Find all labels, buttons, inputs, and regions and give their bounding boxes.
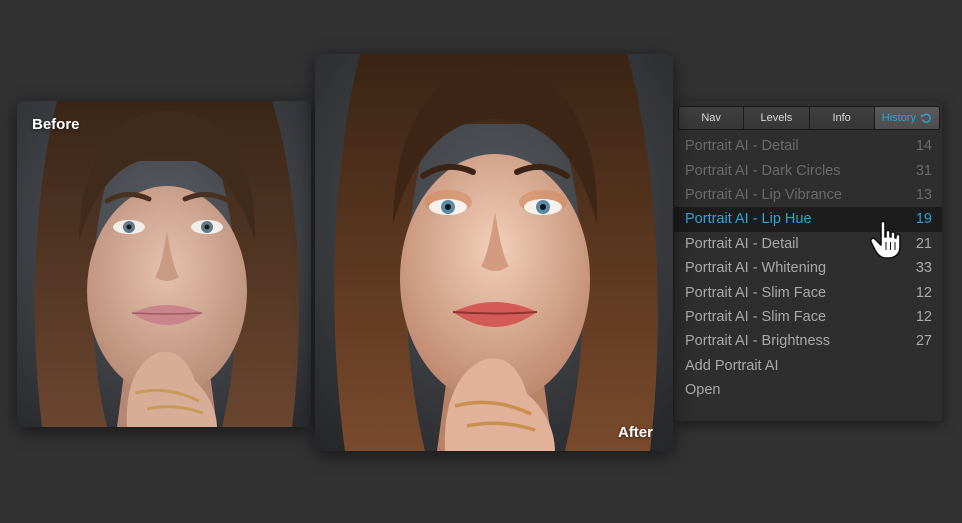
history-item-count: 19 <box>915 211 932 228</box>
history-item-label: Portrait AI - Detail <box>685 235 799 252</box>
undo-icon <box>920 112 932 124</box>
history-item[interactable]: Portrait AI - Detail 14 <box>674 134 942 158</box>
tab-history-label: History <box>881 112 916 124</box>
tab-nav[interactable]: Nav <box>679 107 745 129</box>
after-photo: After <box>315 54 673 451</box>
before-portrait-image <box>17 101 311 427</box>
tab-levels[interactable]: Levels <box>744 107 810 129</box>
history-item-label: Add Portrait AI <box>685 357 779 374</box>
history-item-label: Open <box>685 382 721 399</box>
tab-info[interactable]: Info <box>809 107 875 129</box>
history-item-label: Portrait AI - Dark Circles <box>685 162 841 179</box>
history-item[interactable]: Add Portrait AI <box>674 354 942 378</box>
after-portrait-image <box>315 54 673 451</box>
after-label: After <box>617 424 653 441</box>
history-item-count: 12 <box>915 308 932 325</box>
history-item-label: Portrait AI - Brightness <box>685 333 831 350</box>
history-item-count: 12 <box>915 284 932 301</box>
history-item-label: Portrait AI - Lip Hue <box>685 211 812 228</box>
history-item-count: 21 <box>915 235 932 252</box>
history-item-label: Portrait AI - Lip Vibrance <box>685 186 842 203</box>
history-item-label: Portrait AI - Slim Face <box>685 308 827 325</box>
history-item[interactable]: Portrait AI - Brightness 27 <box>674 329 942 353</box>
history-panel: Nav Levels Info History Portrait AI - De… <box>674 101 942 421</box>
hand-cursor-icon <box>869 220 907 260</box>
history-item-count: 27 <box>915 333 932 350</box>
history-item[interactable]: Open <box>674 378 942 402</box>
panel-tabbar: Nav Levels Info History <box>678 106 940 130</box>
history-item-label: Portrait AI - Slim Face <box>685 284 827 301</box>
before-label: Before <box>32 116 80 133</box>
history-item-count: 33 <box>915 260 932 277</box>
tab-levels-label: Levels <box>760 112 793 124</box>
history-item[interactable]: Portrait AI - Lip Vibrance 13 <box>674 183 942 207</box>
history-list: Portrait AI - Detail 14 Portrait AI - Da… <box>674 134 942 402</box>
history-item-count: 13 <box>915 186 932 203</box>
history-item[interactable]: Portrait AI - Dark Circles 31 <box>674 158 942 182</box>
before-photo: Before <box>17 101 311 427</box>
history-item-label: Portrait AI - Whitening <box>685 260 827 277</box>
history-item-count: 14 <box>915 138 932 155</box>
history-item[interactable]: Portrait AI - Slim Face 12 <box>674 305 942 329</box>
history-item[interactable]: Portrait AI - Slim Face 12 <box>674 280 942 304</box>
history-item-count: 31 <box>915 162 932 179</box>
history-item-label: Portrait AI - Detail <box>685 138 799 155</box>
tab-info-label: Info <box>832 112 851 124</box>
tab-history[interactable]: History <box>874 107 939 129</box>
tab-nav-label: Nav <box>701 112 721 124</box>
